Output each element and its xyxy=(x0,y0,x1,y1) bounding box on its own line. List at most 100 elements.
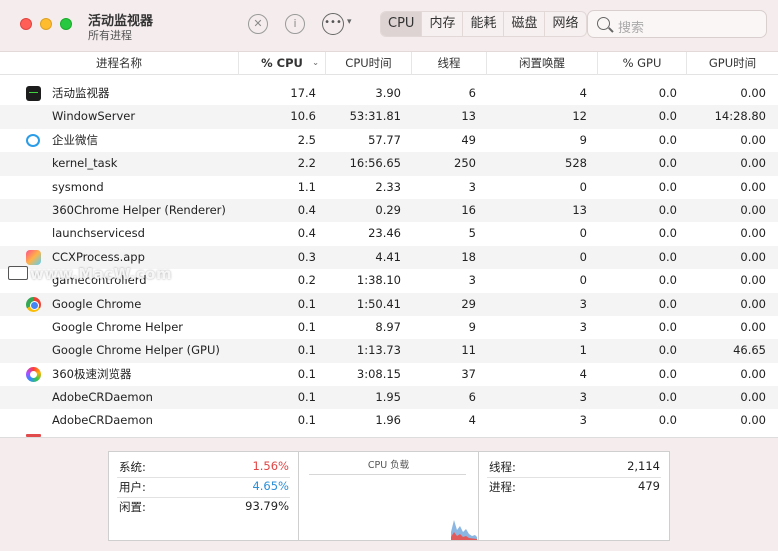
column-cpu-time[interactable]: CPU时间 xyxy=(325,52,411,75)
table-row[interactable]: 360Chrome Helper (Renderer) 0.4 0.29 16 13 0.… xyxy=(0,198,778,223)
cell-gpu: 0.0 xyxy=(658,86,677,100)
cell-idle-wakeups: 3 xyxy=(579,390,587,405)
processes-label: 进程: xyxy=(489,480,516,494)
table-row[interactable]: Google Chrome Helper (GPU) 0.1 1:13.73 11 1 0… xyxy=(0,339,778,363)
column-cpu-percent[interactable]: % CPU ⌄ xyxy=(238,52,325,75)
process-name: 360极速浏览器 xyxy=(52,366,132,381)
cell-cpu: 2.2 xyxy=(297,156,316,171)
zoom-window-button[interactable] xyxy=(60,18,72,30)
tab-cpu[interactable]: CPU xyxy=(381,12,423,36)
threads-value: 2,114 xyxy=(627,459,660,473)
process-name: kernel_task xyxy=(52,156,118,171)
cell-threads: 37 xyxy=(461,366,476,381)
process-name: 360Chrome Helper (Renderer) xyxy=(52,202,226,217)
cell-cpu-time: 1.96 xyxy=(375,413,401,428)
cell-gpu-time: 0.00 xyxy=(740,179,766,194)
cell-gpu: 0.0 xyxy=(658,109,677,124)
cell-gpu: 0.0 xyxy=(658,319,677,334)
cell-cpu-time: 1.95 xyxy=(375,390,401,405)
table-row[interactable]: Google Chrome 0.1 1:50.41 29 3 0.0 0.00 xyxy=(0,292,778,316)
process-name: 企业微信 xyxy=(52,132,98,147)
table-row[interactable]: AdobeCRDaemon 0.1 1.96 4 3 0.0 0.00 xyxy=(0,409,778,432)
column-gpu-percent[interactable]: % GPU xyxy=(597,52,686,75)
cell-gpu-time: 0.00 xyxy=(740,132,766,147)
tab-memory[interactable]: 内存 xyxy=(422,12,464,36)
processes-value: 479 xyxy=(638,479,660,493)
table-row[interactable]: Google Chrome Helper 0.1 8.97 9 3 0.0 0.00 xyxy=(0,316,778,339)
cell-gpu: 0.0 xyxy=(658,156,677,171)
cell-threads: 3 xyxy=(468,273,476,288)
cell-cpu-time: 4.41 xyxy=(375,249,401,264)
process-name: Google Chrome Helper xyxy=(52,319,183,334)
toolbar: 活动监视器 所有进程 ✕ i ••• ▾ CPU 内存 能耗 磁盘 网络 搜索 xyxy=(0,0,778,52)
cell-cpu-time: 57.77 xyxy=(368,132,401,147)
table-row[interactable]: AdobeCRDaemon 0.1 1.95 6 3 0.0 0.00 xyxy=(0,386,778,410)
cell-cpu-time: 1:50.41 xyxy=(356,296,401,311)
cell-idle-wakeups: 3 xyxy=(579,413,587,428)
activity-monitor-icon xyxy=(26,86,41,101)
cell-cpu-time: 53:31.81 xyxy=(349,109,401,124)
tab-energy[interactable]: 能耗 xyxy=(463,12,505,36)
cell-cpu: 0.3 xyxy=(297,249,316,264)
column-process-name[interactable]: 进程名称 xyxy=(0,52,238,75)
system-label: 系统: xyxy=(119,460,146,474)
tab-bar: CPU 内存 能耗 磁盘 网络 xyxy=(380,11,587,37)
cell-cpu: 0.1 xyxy=(297,413,316,428)
table-row[interactable]: kernel_task 2.2 16:56.65 250 528 0.0 0.00 xyxy=(0,152,778,176)
table-row[interactable]: launchservicesd 0.4 23.46 5 0 0.0 0.00 xyxy=(0,222,778,245)
process-name: 活动监视器 xyxy=(52,86,110,100)
ellipsis-icon[interactable]: ••• xyxy=(322,13,344,35)
cell-cpu: 1.1 xyxy=(297,179,316,194)
chevron-down-icon[interactable]: ▾ xyxy=(347,17,352,27)
cell-idle-wakeups: 9 xyxy=(579,132,587,147)
cell-gpu: 0.0 xyxy=(658,179,677,194)
cell-cpu-time: 3:08.15 xyxy=(356,366,401,381)
process-name: Google Chrome Helper (GPU) xyxy=(52,343,220,358)
sort-descending-icon: ⌄ xyxy=(312,58,319,67)
column-threads[interactable]: 线程 xyxy=(411,52,486,75)
column-gpu-time[interactable]: GPU时间 xyxy=(686,52,778,75)
cell-gpu-time: 0.00 xyxy=(740,202,766,217)
table-row[interactable]: sysmond 1.1 2.33 3 0 0.0 0.00 xyxy=(0,176,778,199)
table-row[interactable]: 360极速浏览器 0.1 3:08.15 37 4 0.0 0.00 xyxy=(0,363,778,386)
divider xyxy=(117,497,290,498)
cell-cpu-time: 16:56.65 xyxy=(349,156,401,171)
cell-cpu-time: 2.33 xyxy=(375,179,401,194)
cell-cpu-time: 3.90 xyxy=(375,86,401,100)
search-field[interactable]: 搜索 xyxy=(587,10,767,38)
cell-gpu-time: 0.00 xyxy=(740,273,766,288)
cell-cpu: 0.1 xyxy=(297,319,316,334)
cell-cpu: 2.5 xyxy=(297,132,316,147)
divider xyxy=(487,477,661,478)
watermark: www.MacW.com xyxy=(30,265,173,283)
cell-threads: 9 xyxy=(468,319,476,334)
table-row[interactable]: 企业微信 2.5 57.77 49 9 0.0 0.00 xyxy=(0,129,778,152)
cell-idle-wakeups: 3 xyxy=(579,296,587,311)
cell-gpu: 0.0 xyxy=(658,132,677,147)
x-circle-icon[interactable]: ✕ xyxy=(248,14,268,34)
tab-network[interactable]: 网络 xyxy=(545,12,585,36)
info-icon[interactable]: i xyxy=(285,14,305,34)
table-row[interactable]: 活动监视器 17.4 3.90 6 4 0.0 0.00 xyxy=(0,82,778,105)
cell-gpu-time: 0.00 xyxy=(740,413,766,428)
summary-area: 系统: 1.56% 用户: 4.65% 闲置: 93.79% CPU 负载 线程… xyxy=(0,437,778,551)
cell-gpu: 0.0 xyxy=(658,390,677,405)
column-idle-wakeups[interactable]: 闲置唤醒 xyxy=(486,52,597,75)
system-value: 1.56% xyxy=(252,459,289,473)
360-browser-icon xyxy=(26,366,41,382)
minimize-window-button[interactable] xyxy=(40,18,52,30)
table-row[interactable]: WindowServer 10.6 53:31.81 13 12 0.0 14:28.80 xyxy=(0,105,778,129)
cell-threads: 3 xyxy=(468,179,476,194)
close-window-button[interactable] xyxy=(20,18,32,30)
table-header: 进程名称 % CPU ⌄ CPU时间 线程 闲置唤醒 % GPU GPU时间 xyxy=(0,52,778,75)
process-table[interactable]: 活动监视器 17.4 3.90 6 4 0.0 0.00 WindowServer 10.6 53… xyxy=(0,82,778,434)
cell-idle-wakeups: 3 xyxy=(579,319,587,334)
cell-idle-wakeups: 0 xyxy=(579,226,587,241)
cell-gpu: 0.0 xyxy=(658,413,677,428)
process-name: WindowServer xyxy=(52,109,136,124)
cell-idle-wakeups: 4 xyxy=(579,86,587,100)
cell-cpu-time: 1:13.73 xyxy=(356,343,401,358)
chrome-icon xyxy=(26,296,41,312)
tab-disk[interactable]: 磁盘 xyxy=(504,12,546,36)
cell-gpu: 0.0 xyxy=(658,226,677,241)
